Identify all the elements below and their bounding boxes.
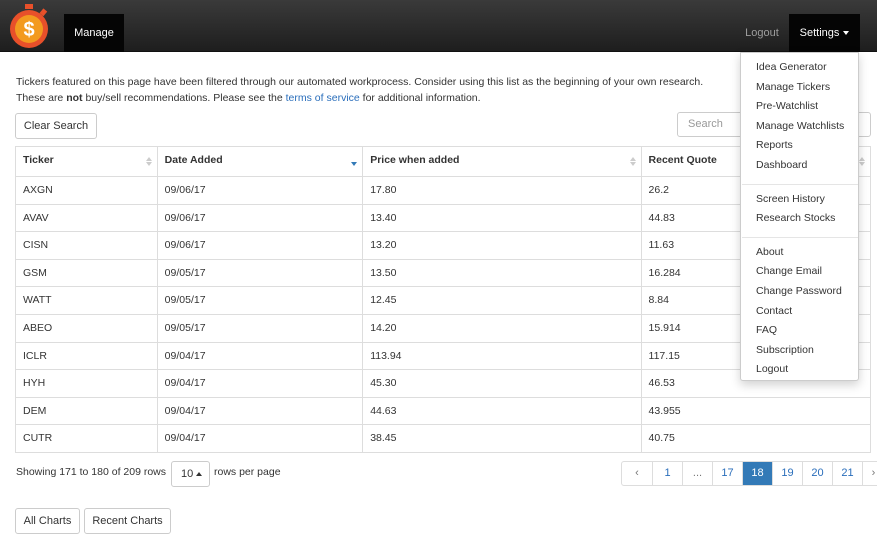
header-label: Ticker [23, 154, 54, 166]
intro-text-part: for additional information. [359, 92, 481, 104]
prev-page-button[interactable]: ‹ [622, 462, 652, 485]
menu-item-screen-history[interactable]: Screen History [756, 193, 825, 205]
menu-item-contact[interactable]: Contact [756, 305, 792, 317]
intro-text-part: buy/sell recommendations. Please see the [82, 92, 286, 104]
ticker-cell: AVAV [23, 211, 49, 224]
menu-item-change-password[interactable]: Change Password [756, 285, 842, 297]
date-added-cell: 09/04/17 [156, 342, 363, 370]
clear-search-button[interactable]: Clear Search [15, 113, 97, 139]
sort-desc-icon [351, 162, 358, 166]
sort-both-icon [859, 157, 865, 166]
page-size-dropdown[interactable]: 10 [171, 461, 210, 487]
dollar-stopwatch-icon[interactable]: $ [6, 3, 52, 49]
recent-quote-cell: 40.75 [640, 425, 870, 452]
date-added-cell: 09/06/17 [156, 177, 363, 204]
menu-item-change-email[interactable]: Change Email [756, 265, 822, 277]
price-when-added-cell: 45.30 [362, 370, 640, 397]
price-when-added-cell: 12.45 [362, 287, 640, 314]
price-when-added-cell: 13.50 [362, 259, 640, 287]
column-header-price-when-added[interactable]: Price when added [362, 147, 640, 176]
date-added-cell: 09/05/17 [156, 287, 363, 314]
date-added-cell: 09/06/17 [156, 204, 363, 232]
menu-item-idea-generator[interactable]: Idea Generator [756, 61, 827, 73]
price-when-added-cell: 44.63 [362, 397, 640, 425]
menu-item-faq[interactable]: FAQ [756, 324, 777, 336]
page-21-button[interactable]: 21 [832, 462, 862, 485]
date-added-cell: 09/05/17 [156, 314, 363, 342]
price-when-added-cell: 14.20 [362, 314, 640, 342]
ticker-cell: AXGN [23, 184, 53, 196]
price-when-added-cell: 113.94 [362, 342, 640, 370]
header-label: Date Added [164, 154, 223, 166]
header-label: Recent Quote [648, 154, 717, 166]
table-row[interactable]: CUTR 09/04/17 38.45 40.75 [16, 424, 870, 452]
next-page-button[interactable]: › [862, 462, 877, 485]
showing-rows-text: Showing 171 to 180 of 209 rows [16, 466, 167, 478]
menu-item-pre-watchlist[interactable]: Pre-Watchlist [756, 100, 818, 112]
nav-logout[interactable]: Logout [736, 14, 788, 52]
caret-up-icon [196, 472, 203, 477]
pagination: ‹ 1... 17 18 19 20 21 › [621, 461, 877, 486]
sort-both-icon [145, 157, 152, 166]
svg-text:$: $ [23, 19, 34, 41]
column-header-date-added[interactable]: Date Added [156, 147, 363, 176]
ticker-cell: HYH [23, 377, 46, 390]
nav-settings-dropdown[interactable]: Settings [789, 14, 860, 52]
date-added-cell: 09/04/17 [156, 397, 363, 425]
settings-dropdown-menu: Idea Generator Manage Tickers Pre-Watchlis… [740, 52, 859, 381]
price-when-added-cell: 13.40 [362, 204, 640, 232]
menu-item-manage-watchlists[interactable]: Manage Watchlists [756, 120, 844, 132]
table-row[interactable]: DEM 09/04/17 44.63 43.955 [16, 396, 870, 425]
menu-divider [742, 236, 858, 238]
ticker-cell: ABEO [23, 321, 53, 334]
ticker-cell: CUTR [23, 432, 53, 445]
page-18-button[interactable]: 18 [742, 462, 772, 485]
menu-item-reports[interactable]: Reports [756, 139, 793, 151]
header-label: Price when added [370, 154, 460, 166]
menu-item-dashboard[interactable]: Dashboard [756, 159, 807, 171]
terms-of-service-link[interactable]: terms of service [286, 92, 360, 104]
ticker-cell: CISN [23, 239, 49, 252]
date-added-cell: 09/06/17 [156, 232, 363, 259]
date-added-cell: 09/04/17 [156, 425, 363, 452]
column-header-ticker[interactable]: Ticker [16, 147, 157, 176]
intro-text: Tickers featured on this page have been … [16, 74, 736, 106]
ticker-cell: GSM [23, 266, 47, 279]
navbar: $ Manage Logout Settings [0, 0, 877, 52]
intro-text-part: These are [16, 92, 67, 104]
ticker-cell: WATT [23, 294, 52, 307]
menu-divider [742, 183, 858, 185]
caret-down-icon [843, 31, 850, 36]
price-when-added-cell: 38.45 [362, 425, 640, 452]
page-20-button[interactable]: 20 [802, 462, 832, 485]
sort-both-icon [629, 157, 636, 166]
price-when-added-cell: 13.20 [362, 232, 640, 259]
page-19-button[interactable]: 19 [772, 462, 802, 485]
menu-item-research-stocks[interactable]: Research Stocks [756, 212, 835, 224]
menu-item-logout[interactable]: Logout [756, 363, 788, 375]
intro-bold-not: not [66, 92, 83, 104]
menu-item-subscription[interactable]: Subscription [756, 344, 814, 356]
rows-per-page-label: rows per page [214, 466, 281, 478]
ticker-cell: DEM [23, 404, 47, 417]
nav-manage[interactable]: Manage [64, 14, 124, 52]
page-size-value: 10 [181, 468, 194, 480]
menu-item-manage-tickers[interactable]: Manage Tickers [756, 81, 830, 93]
intro-line-1: Tickers featured on this page have been … [16, 76, 704, 88]
intro-line-2: These are not buy/sell recommendations. … [16, 90, 736, 106]
date-added-cell: 09/04/17 [156, 370, 363, 397]
price-when-added-cell: 17.80 [362, 177, 640, 204]
page-1-button[interactable]: 1 [652, 462, 682, 485]
recent-charts-button[interactable]: Recent Charts [84, 508, 171, 534]
all-charts-button[interactable]: All Charts [15, 508, 80, 534]
page-17-button[interactable]: 17 [712, 462, 742, 485]
page-ellipsis: ... [682, 462, 712, 485]
ticker-cell: ICLR [23, 349, 47, 362]
recent-quote-cell: 43.955 [640, 397, 870, 425]
date-added-cell: 09/05/17 [156, 259, 363, 287]
nav-settings-label: Settings [799, 27, 840, 39]
menu-item-about[interactable]: About [756, 246, 783, 258]
